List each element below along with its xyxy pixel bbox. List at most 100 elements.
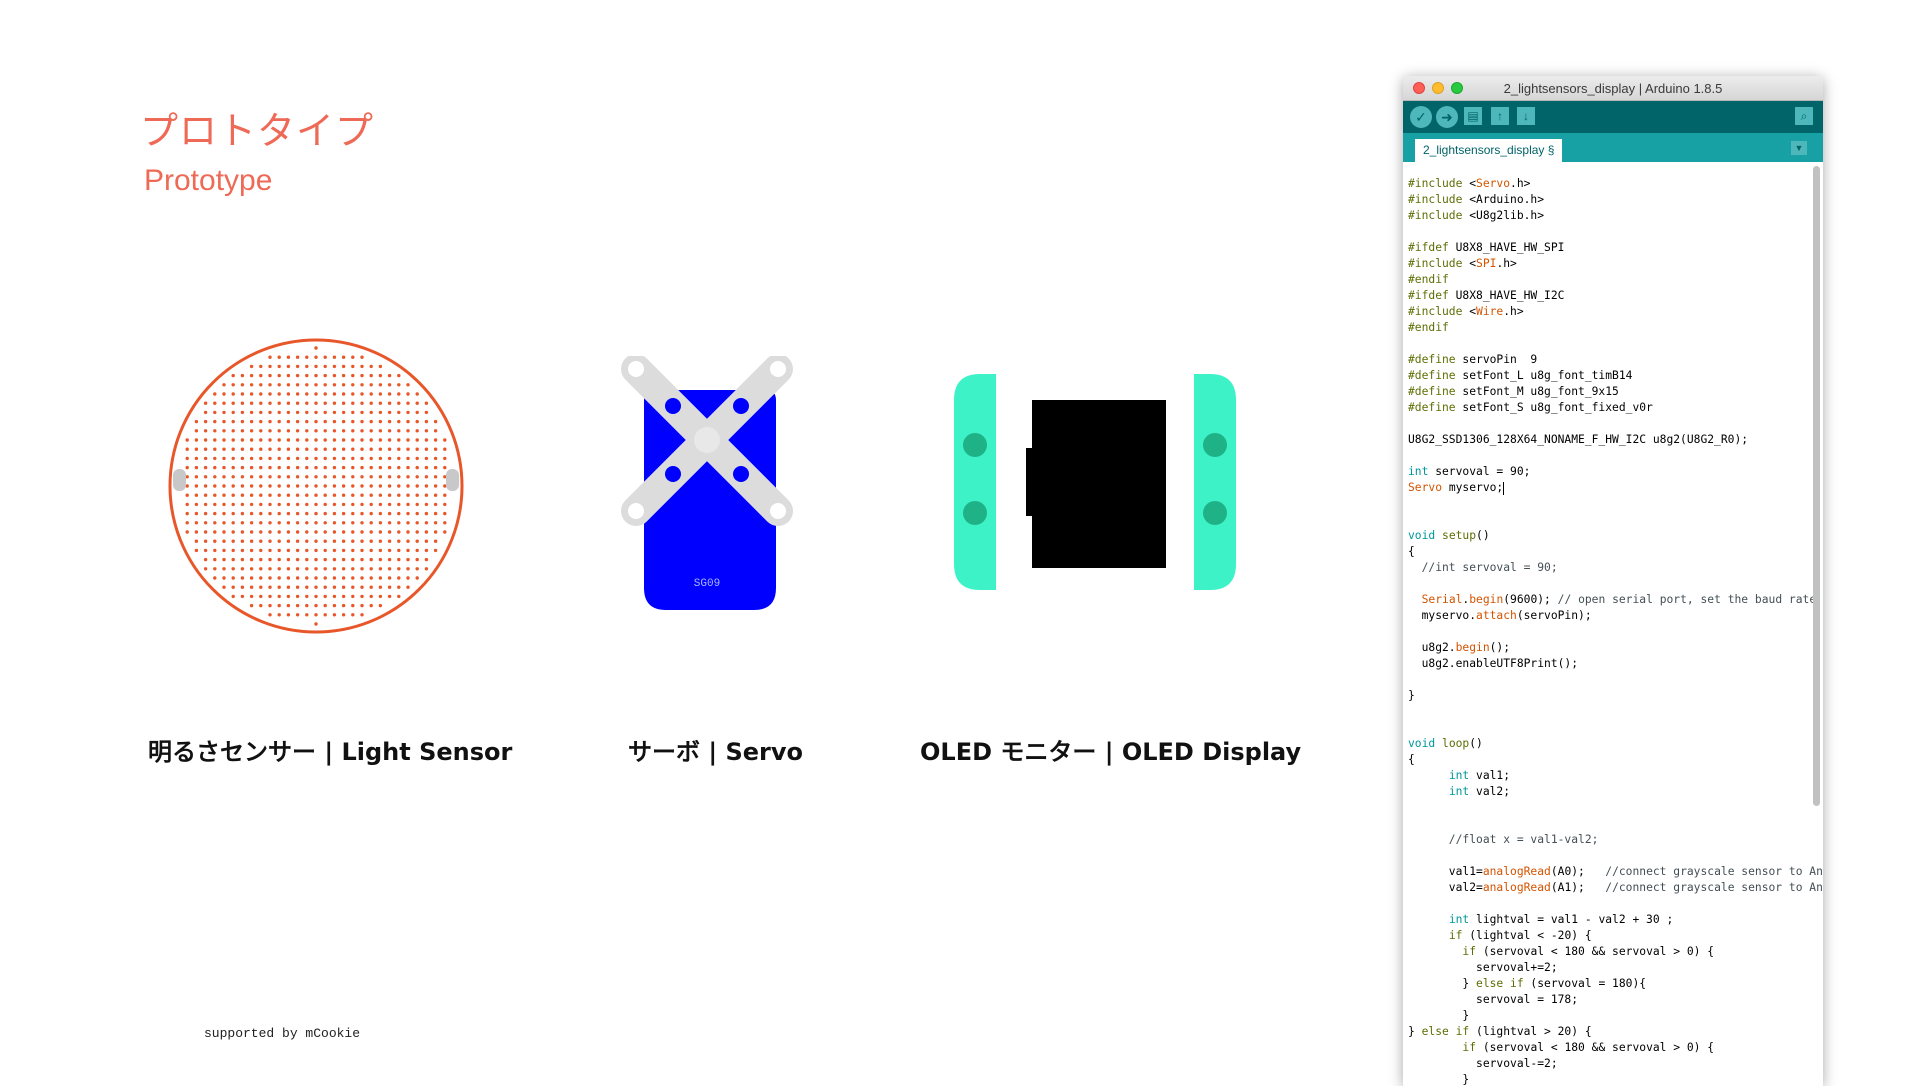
code-line[interactable]: #include <Wire.h>	[1408, 304, 1823, 320]
code-line[interactable]: u8g2.enableUTF8Print();	[1408, 656, 1823, 672]
code-line[interactable]: if (servoval < 180 && servoval > 0) {	[1408, 944, 1823, 960]
code-editor[interactable]: #include <Servo.h> #include <Arduino.h> #i…	[1403, 162, 1823, 1086]
code-line[interactable]	[1408, 816, 1823, 832]
tab-sketch[interactable]: 2_lightsensors_display §	[1415, 139, 1563, 162]
code-line[interactable]	[1408, 624, 1823, 640]
sensor-dot	[305, 484, 309, 488]
code-line[interactable]: int lightval = val1 - val2 + 30 ;	[1408, 912, 1823, 928]
code-token: .h>	[1503, 305, 1524, 318]
code-line[interactable]: }	[1408, 1008, 1823, 1024]
code-line[interactable]: #define setFont_S u8g_font_fixed_v0r	[1408, 400, 1823, 416]
code-line[interactable]: {	[1408, 752, 1823, 768]
code-line[interactable]: u8g2.begin();	[1408, 640, 1823, 656]
serial-monitor-button[interactable]: ⌕	[1795, 107, 1813, 125]
code-line[interactable]	[1408, 800, 1823, 816]
code-line[interactable]: servoval-=2;	[1408, 1056, 1823, 1072]
code-line[interactable]: servoval = 178;	[1408, 992, 1823, 1008]
sensor-dot	[231, 447, 235, 451]
code-line[interactable]	[1408, 848, 1823, 864]
code-line[interactable]: #define setFont_L u8g_font_timB14	[1408, 368, 1823, 384]
code-token: (servoval < 180 && servoval > 0) {	[1476, 1041, 1715, 1054]
verify-button[interactable]: ✓	[1410, 106, 1432, 128]
code-line[interactable]	[1408, 896, 1823, 912]
sensor-dot	[424, 475, 429, 479]
code-line[interactable]	[1408, 224, 1823, 240]
code-line[interactable]: #include <U8g2lib.h>	[1408, 208, 1823, 224]
sensor-dot	[397, 576, 401, 580]
code-line[interactable]	[1408, 672, 1823, 688]
code-line[interactable]: #ifdef U8X8_HAVE_HW_I2C	[1408, 288, 1823, 304]
code-line[interactable]: #define setFont_M u8g_font_9x15	[1408, 384, 1823, 400]
code-line[interactable]: int val1;	[1408, 768, 1823, 784]
sensor-dot	[249, 392, 254, 396]
sensor-dot	[203, 557, 208, 562]
sensor-dot	[259, 465, 263, 470]
sensor-dot	[351, 364, 355, 369]
sensor-dot	[295, 438, 300, 442]
tab-menu-button[interactable]: ▼	[1791, 141, 1807, 155]
code-line[interactable]	[1408, 576, 1823, 592]
sensor-dot	[277, 373, 281, 378]
sensor-dot	[387, 521, 392, 525]
code-line[interactable]: val1=analogRead(A0); //connect grayscale…	[1408, 864, 1823, 880]
code-line[interactable]: #define servoPin 9	[1408, 352, 1823, 368]
code-line[interactable]	[1408, 704, 1823, 720]
code-line[interactable]: servoval+=2;	[1408, 960, 1823, 976]
open-sketch-button[interactable]: ↑	[1491, 107, 1509, 125]
servo-model-label: SG09	[694, 578, 720, 590]
sensor-dot	[314, 576, 318, 580]
code-line[interactable]	[1408, 720, 1823, 736]
code-text[interactable]: #include <Servo.h> #include <Arduino.h> #i…	[1408, 176, 1823, 1086]
code-line[interactable]: void setup()	[1408, 528, 1823, 544]
code-line[interactable]: #ifdef U8X8_HAVE_HW_SPI	[1408, 240, 1823, 256]
sensor-dot	[406, 502, 410, 507]
code-token: analogRead	[1482, 881, 1551, 894]
sensor-dot	[360, 594, 364, 599]
code-line[interactable]: U8G2_SSD1306_128X64_NONAME_F_HW_I2C u8g2…	[1408, 432, 1823, 448]
code-line[interactable]: Serial.begin(9600); // open serial port,…	[1408, 592, 1823, 608]
code-line[interactable]: Servo myservo;	[1408, 480, 1823, 496]
sensor-dot	[424, 447, 429, 451]
code-line[interactable]: #endif	[1408, 320, 1823, 336]
code-line[interactable]: if (servoval < 180 && servoval > 0) {	[1408, 1040, 1823, 1056]
code-line[interactable]: #include <Servo.h>	[1408, 176, 1823, 192]
code-line[interactable]: #endif	[1408, 272, 1823, 288]
code-line[interactable]: //float x = val1-val2;	[1408, 832, 1823, 848]
sensor-dot	[433, 502, 438, 507]
code-line[interactable]: int val2;	[1408, 784, 1823, 800]
code-line[interactable]: #include <Arduino.h>	[1408, 192, 1823, 208]
code-line[interactable]: int servoval = 90;	[1408, 464, 1823, 480]
code-line[interactable]: }	[1408, 688, 1823, 704]
code-line[interactable]	[1408, 448, 1823, 464]
code-line[interactable]: myservo.attach(servoPin);	[1408, 608, 1823, 624]
sensor-dot	[332, 438, 337, 442]
sensor-dot	[332, 594, 337, 599]
code-line[interactable]: }	[1408, 1072, 1823, 1086]
sensor-dot	[369, 475, 373, 479]
sensor-dot	[231, 548, 235, 553]
sensor-dot	[314, 383, 318, 387]
code-line[interactable]: if (lightval < -20) {	[1408, 928, 1823, 944]
code-line[interactable]: } else if (lightval > 20) {	[1408, 1024, 1823, 1040]
code-line[interactable]: val2=analogRead(A1); //connect grayscale…	[1408, 880, 1823, 896]
upload-button[interactable]: ➜	[1436, 106, 1458, 128]
sensor-dot	[249, 539, 254, 543]
new-sketch-button[interactable]: ▤	[1464, 107, 1482, 125]
sensor-dot	[397, 456, 401, 461]
save-sketch-button[interactable]: ↓	[1517, 107, 1535, 125]
code-line[interactable]: {	[1408, 544, 1823, 560]
sensor-dot	[240, 456, 245, 461]
code-line[interactable]: //int servoval = 90;	[1408, 560, 1823, 576]
sensor-dot	[341, 364, 346, 369]
code-line[interactable]: } else if (servoval = 180){	[1408, 976, 1823, 992]
code-line[interactable]: #include <SPI.h>	[1408, 256, 1823, 272]
light-sensor-illustration	[168, 338, 464, 634]
code-line[interactable]	[1408, 416, 1823, 432]
code-line[interactable]: void loop()	[1408, 736, 1823, 752]
window-titlebar[interactable]: 2_lightsensors_display | Arduino 1.8.5	[1403, 76, 1823, 101]
code-line[interactable]	[1408, 496, 1823, 512]
code-line[interactable]	[1408, 336, 1823, 352]
editor-scrollbar[interactable]	[1813, 166, 1820, 806]
sensor-dot	[249, 438, 254, 442]
code-line[interactable]	[1408, 512, 1823, 528]
